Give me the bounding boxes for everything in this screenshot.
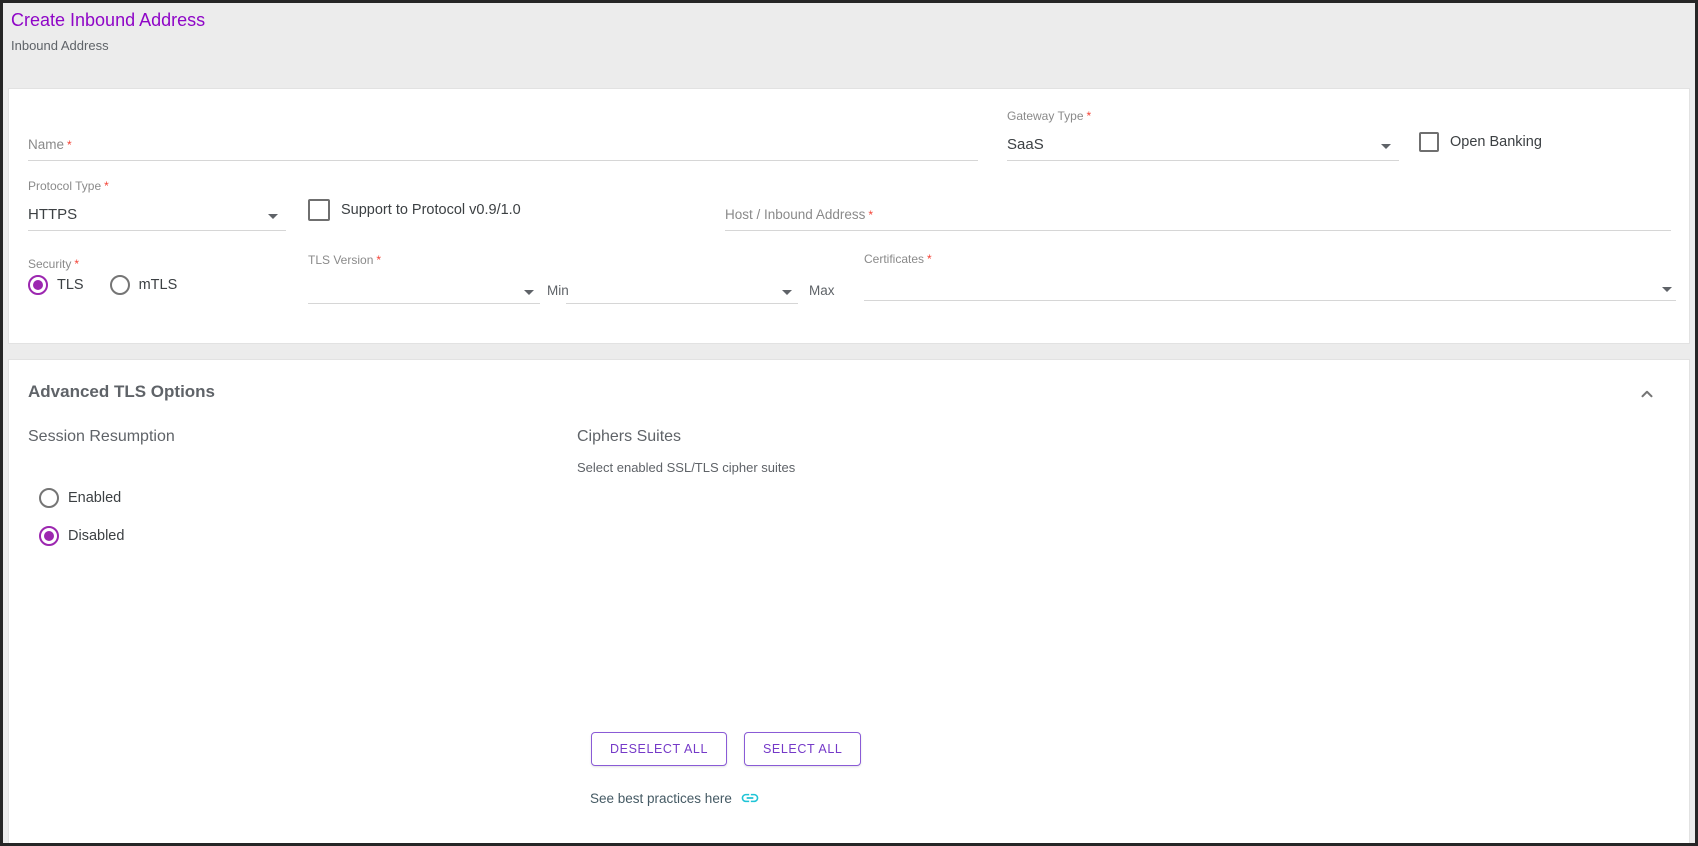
gateway-type-value: SaaS (1007, 136, 1044, 153)
open-banking-checkbox[interactable]: Open Banking (1419, 132, 1542, 152)
gateway-type-label: Gateway Type * (1007, 109, 1092, 123)
tls-version-max-select[interactable] (566, 269, 798, 304)
protocol-type-select[interactable]: Protocol Type * HTTPS (28, 179, 286, 231)
host-inbound-address-field[interactable]: Host / Inbound Address * (725, 193, 1671, 231)
required-asterisk: * (104, 179, 109, 193)
radio-unselected-icon (109, 275, 130, 295)
dropdown-arrow-icon (1381, 144, 1391, 149)
advanced-tls-options-title: Advanced TLS Options (28, 382, 216, 401)
best-practices-link[interactable]: See best practices here (590, 788, 760, 808)
breadcrumb: Inbound Address (11, 38, 109, 53)
protocol-type-label: Protocol Type * (28, 179, 109, 193)
advanced-tls-options-card: Advanced TLS Options Session Resumption … (8, 359, 1690, 843)
radio-disabled[interactable]: Disabled (39, 526, 124, 546)
best-practices-text: See best practices here (590, 790, 732, 806)
required-asterisk: * (74, 257, 80, 271)
basic-settings-card: Name * Gateway Type * SaaS Open Banking Pr… (8, 88, 1690, 344)
radio-selected-icon (39, 526, 59, 546)
security-label: Security * (28, 257, 80, 271)
radio-tls[interactable]: TLS (28, 275, 84, 295)
tls-version-label: TLS Version * (308, 253, 382, 267)
checkbox-icon (308, 199, 330, 221)
required-asterisk: * (1086, 109, 1092, 123)
gateway-type-select[interactable]: Gateway Type * SaaS (1007, 109, 1399, 161)
link-icon (741, 793, 759, 803)
certificates-select[interactable] (864, 266, 1676, 301)
dropdown-arrow-icon (782, 290, 792, 295)
dropdown-arrow-icon (524, 290, 534, 295)
page-header: Create Inbound Address Inbound Address (11, 9, 205, 53)
protocol-type-value: HTTPS (28, 206, 78, 223)
radio-unselected-icon (39, 488, 59, 508)
dropdown-arrow-icon (1662, 287, 1672, 292)
support-protocol-checkbox[interactable]: Support to Protocol v0.9/1.0 (308, 199, 521, 221)
radio-enabled[interactable]: Enabled (39, 488, 121, 508)
max-caption: Max (809, 283, 835, 298)
radio-mtls[interactable]: mTLS (109, 275, 178, 295)
cipher-buttons-row: DESELECT ALL SELECT ALL (591, 732, 862, 766)
required-asterisk: * (67, 138, 72, 152)
ciphers-suites-subtitle: Select enabled SSL/TLS cipher suites (577, 460, 796, 475)
security-radio-group: TLS mTLS (28, 275, 177, 295)
create-inbound-address-window: Create Inbound Address Inbound Address N… (0, 0, 1698, 846)
radio-mtls-label: mTLS (138, 277, 178, 293)
name-label: Name * (28, 137, 72, 152)
page-title: Create Inbound Address (11, 10, 206, 30)
session-resumption-title: Session Resumption (28, 428, 175, 445)
deselect-all-button[interactable]: DESELECT ALL (591, 732, 727, 766)
ciphers-suites-title: Ciphers Suites (577, 428, 682, 445)
support-protocol-label: Support to Protocol v0.9/1.0 (341, 202, 521, 218)
radio-enabled-label: Enabled (68, 490, 122, 506)
name-field[interactable]: Name * (28, 123, 978, 161)
radio-disabled-label: Disabled (68, 528, 125, 544)
host-label: Host / Inbound Address * (725, 207, 874, 222)
dropdown-arrow-icon (268, 214, 278, 219)
radio-tls-label: TLS (57, 277, 84, 293)
required-asterisk: * (868, 208, 874, 222)
collapse-section-button[interactable] (1635, 382, 1659, 406)
required-asterisk: * (927, 252, 932, 266)
open-banking-label: Open Banking (1450, 134, 1542, 150)
select-all-button[interactable]: SELECT ALL (744, 732, 862, 766)
radio-selected-icon (28, 275, 48, 295)
checkbox-icon (1419, 132, 1439, 152)
tls-version-min-select[interactable] (308, 269, 540, 304)
chevron-up-icon (1641, 390, 1653, 398)
required-asterisk: * (376, 253, 382, 267)
